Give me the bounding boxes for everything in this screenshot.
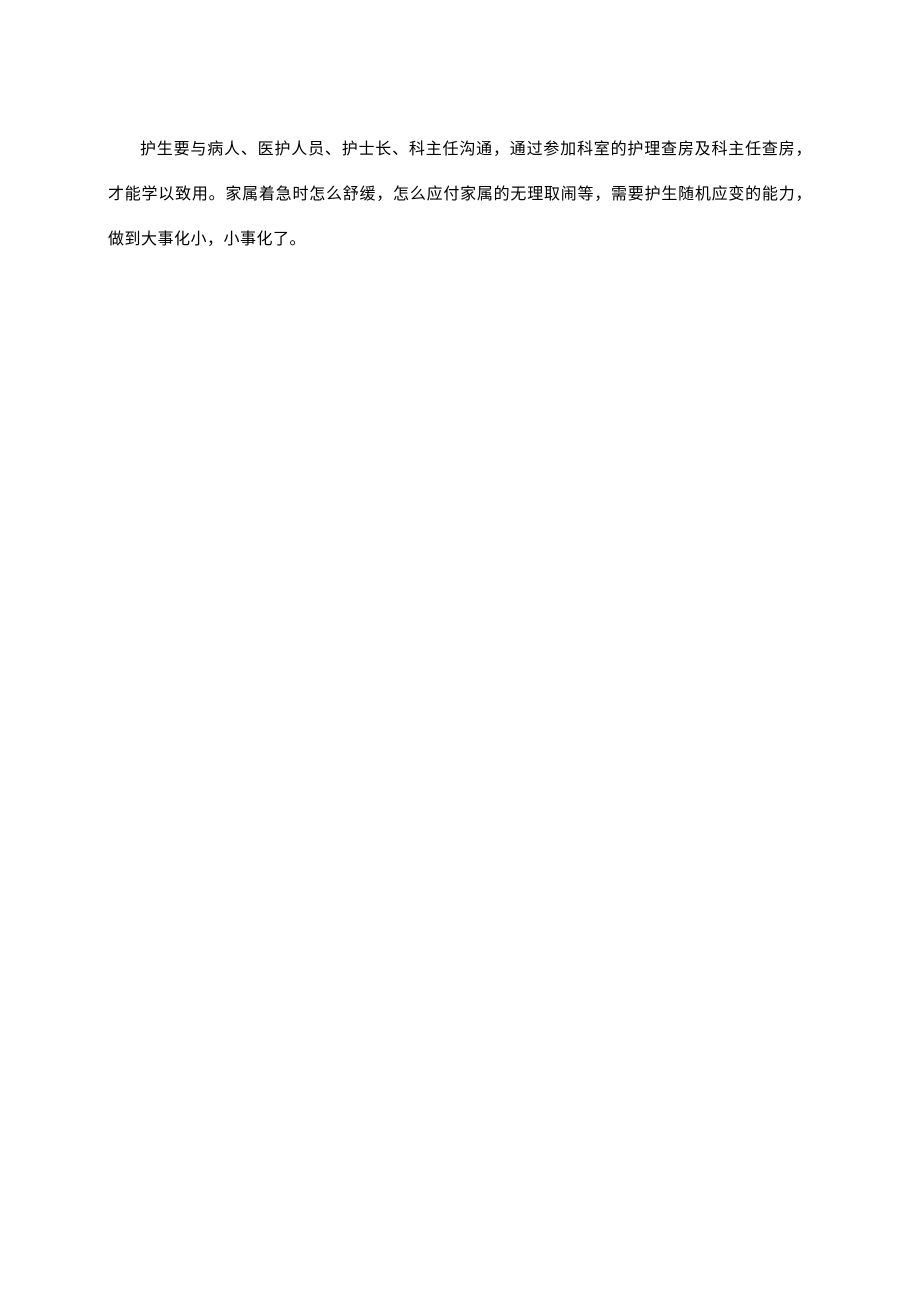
document-page: 护生要与病人、医护人员、护士长、科主任沟通，通过参加科室的护理查房及科主任查房，… (0, 0, 920, 262)
body-paragraph: 护生要与病人、医护人员、护士长、科主任沟通，通过参加科室的护理查房及科主任查房，… (108, 128, 812, 262)
